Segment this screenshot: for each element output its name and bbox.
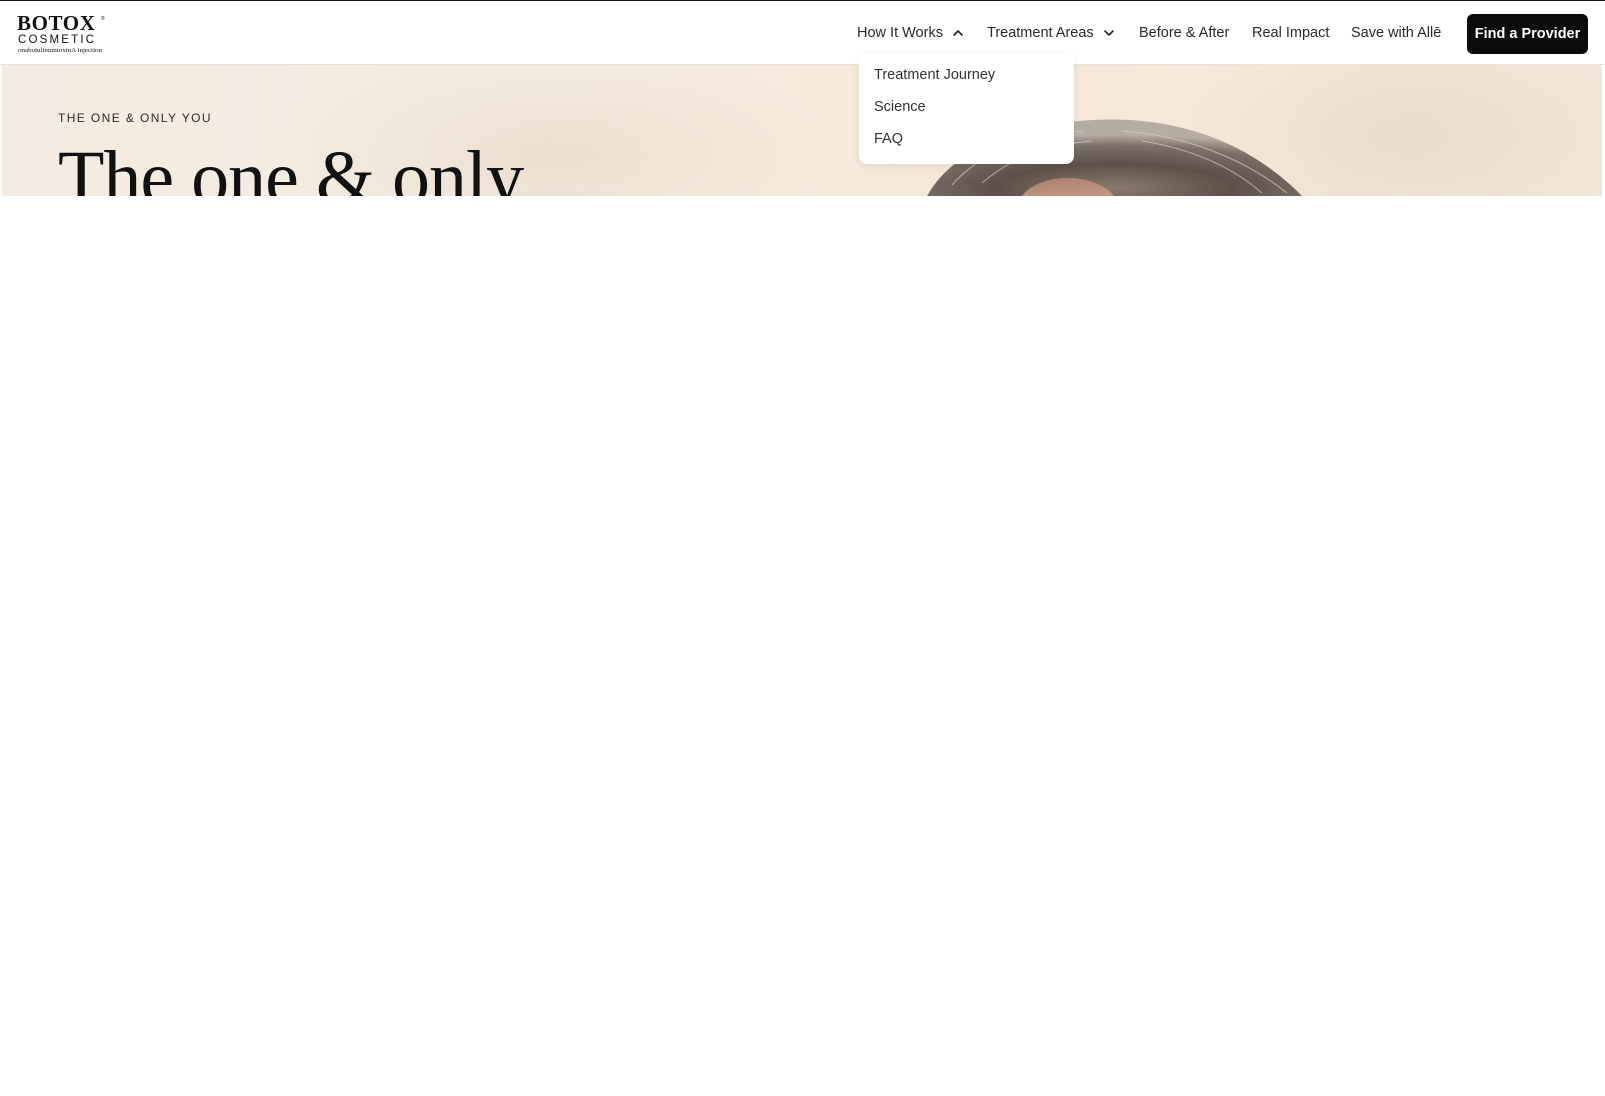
hero-eyebrow: THE ONE & ONLY YOU <box>58 111 212 125</box>
nav-real-impact[interactable]: Real Impact <box>1252 1 1329 64</box>
botox-cosmetic-logo[interactable]: BOTOX ® COSMETIC onabotulinumtoxinA inje… <box>17 12 109 56</box>
nav-before-after[interactable]: Before & After <box>1139 1 1229 64</box>
find-a-provider-button[interactable]: Find a Provider <box>1467 14 1588 54</box>
hero-banner: THE ONE & ONLY YOU The one & only <box>2 65 1602 196</box>
nav-label: Save with Allē <box>1351 24 1442 41</box>
svg-text:BOTOX: BOTOX <box>17 12 95 35</box>
site-header: BOTOX ® COSMETIC onabotulinumtoxinA inje… <box>0 1 1605 65</box>
nav-save-with-alle[interactable]: Save with Allē <box>1351 1 1441 64</box>
svg-text:®: ® <box>101 15 105 22</box>
svg-text:onabotulinumtoxinA injection: onabotulinumtoxinA injection <box>18 47 102 54</box>
how-it-works-dropdown: Treatment Journey Science FAQ <box>859 53 1074 164</box>
dropdown-item-treatment-journey[interactable]: Treatment Journey <box>874 67 995 83</box>
chevron-up-icon <box>953 29 963 36</box>
dropdown-item-science[interactable]: Science <box>874 99 926 115</box>
nav-label: Treatment Areas <box>987 24 1094 41</box>
hero-headline: The one & only <box>58 136 524 196</box>
brand-logo-icon: BOTOX ® COSMETIC onabotulinumtoxinA inje… <box>17 12 105 54</box>
nav-label: Real Impact <box>1252 24 1330 41</box>
page: THE ONE & ONLY YOU The one & only BOTOX … <box>0 0 1605 1096</box>
dropdown-item-faq[interactable]: FAQ <box>874 131 903 147</box>
chevron-down-icon <box>1103 29 1114 36</box>
svg-text:COSMETIC: COSMETIC <box>18 34 96 46</box>
nav-label: How It Works <box>857 24 943 41</box>
nav-label: Before & After <box>1139 24 1230 41</box>
